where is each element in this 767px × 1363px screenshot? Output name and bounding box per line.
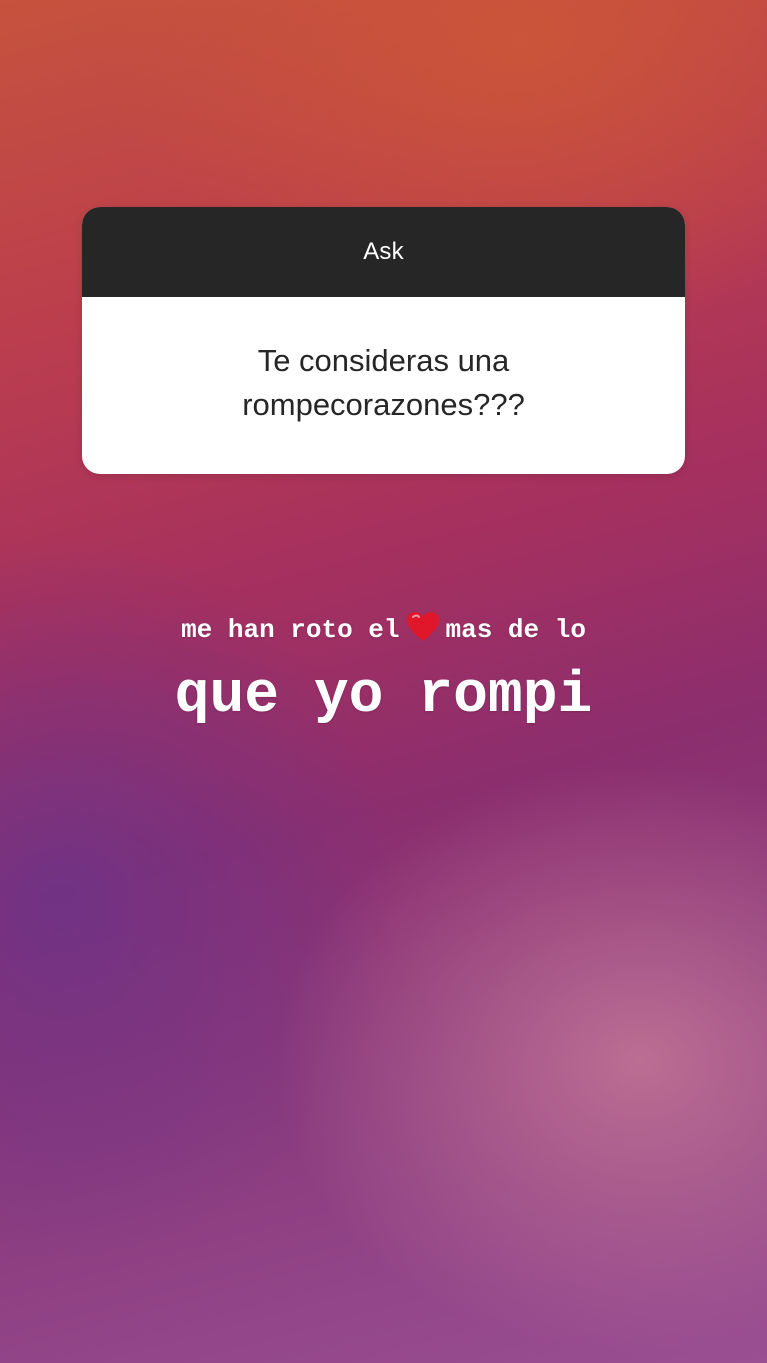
ask-sticker-title: Ask <box>363 238 404 265</box>
ask-sticker-header: Ask <box>82 207 685 297</box>
answer-line-1: me han roto el mas de lo <box>0 610 767 650</box>
story-background: Ask Te consideras una rompecorazones??? … <box>0 0 767 1363</box>
ask-sticker[interactable]: Ask Te consideras una rompecorazones??? <box>82 207 685 474</box>
ask-question-text: Te consideras una rompecorazones??? <box>242 342 525 422</box>
answer-text-part-2: mas de lo <box>445 615 586 645</box>
answer-line-2: que yo rompi <box>174 664 593 729</box>
ask-sticker-body: Te consideras una rompecorazones??? <box>82 297 685 474</box>
answer-text-part-1: me han roto el <box>181 615 400 645</box>
heart-icon <box>406 611 440 643</box>
